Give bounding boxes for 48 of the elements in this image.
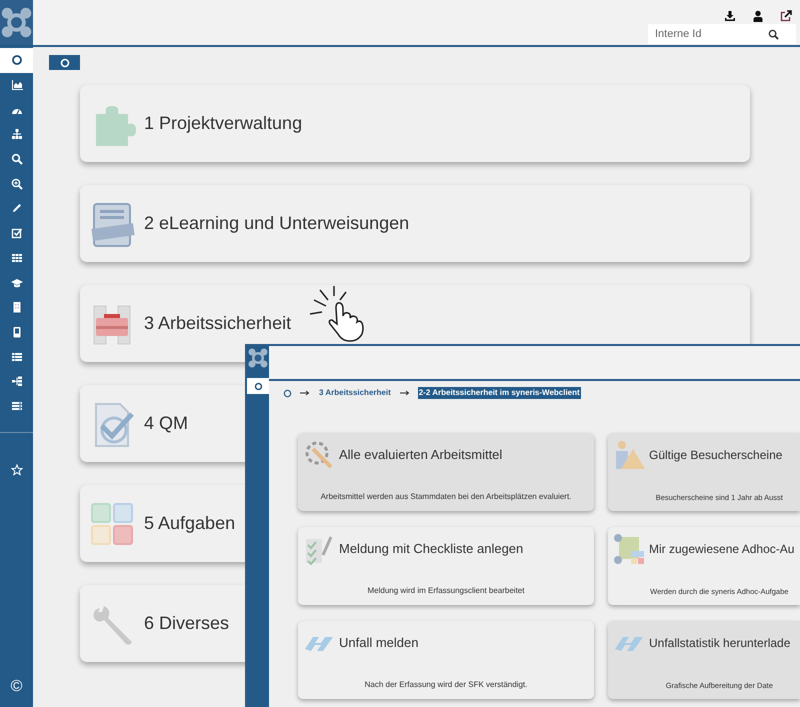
tile-title: Mir zugewiesene Adhoc-Au xyxy=(649,541,794,558)
chart-icon xyxy=(10,79,22,92)
search-icon xyxy=(768,28,779,40)
graduation-cap-icon xyxy=(10,276,22,289)
building-icon xyxy=(10,301,22,314)
download-icon xyxy=(724,10,736,22)
person-warning-icon xyxy=(613,439,645,471)
zoom-in-icon xyxy=(10,178,22,190)
arrow-icon xyxy=(300,390,310,396)
tile-title: Alle evaluierten Arbeitsmittel xyxy=(339,446,502,464)
copyright-text: © xyxy=(10,677,24,697)
user-icon xyxy=(752,10,764,22)
breadcrumb-link[interactable]: 3 Arbeitssicherheit xyxy=(318,387,392,399)
device-icon xyxy=(10,326,22,338)
external-link-icon xyxy=(780,10,792,22)
table-icon xyxy=(10,252,22,264)
module-tile[interactable]: 2 eLearning und Unterweisungen xyxy=(80,185,750,262)
tile-description: Meldung wird im Erfassungsclient bearbeitet xyxy=(366,585,526,597)
search-input[interactable]: Interne Id xyxy=(648,26,768,42)
home-icon xyxy=(283,388,292,398)
home-icon xyxy=(254,382,262,390)
action-tile[interactable]: Alle evaluierten Arbeitsmittel Arbeitsmittel werden aus Stammdaten bei den Arbeitsplätzen evaluiert. xyxy=(298,433,594,511)
action-tile[interactable]: Unfall melden Nach der Erfassung wird der SFK verständigt. xyxy=(298,621,594,699)
module-tile[interactable]: 1 Projektverwaltung xyxy=(80,85,750,162)
tree-icon xyxy=(10,375,22,388)
list-icon xyxy=(10,350,22,363)
server-icon xyxy=(10,400,22,412)
search-field[interactable]: Interne Id xyxy=(648,24,796,44)
sidebar-item[interactable] xyxy=(247,378,269,394)
tile-title: Gültige Besucherscheine xyxy=(649,447,782,464)
home-icon xyxy=(60,58,70,68)
tile-description: Nach der Erfassung wird der SFK verständigt. xyxy=(364,679,528,691)
home-icon xyxy=(10,54,22,66)
sitemap-icon xyxy=(10,128,22,140)
tile-title: Unfall melden xyxy=(339,634,418,652)
sidebar-item[interactable] xyxy=(0,48,33,73)
home-button[interactable] xyxy=(49,55,80,70)
tile-description: Arbeitsmittel werden aus Stammdaten bei den Arbeitsplätzen evaluiert. xyxy=(320,491,572,503)
breadcrumb-link[interactable]: 2-2 Arbeitssicherheit im syneris-Webclient xyxy=(418,387,581,399)
checkbox-icon xyxy=(10,227,22,240)
action-tile[interactable]: Meldung mit Checkliste anlegen Meldung wird im Erfassungsclient bearbeitet xyxy=(298,527,594,605)
pencil-icon xyxy=(10,202,22,214)
search-button[interactable] xyxy=(768,28,779,40)
tile-title: Meldung mit Checkliste anlegen xyxy=(339,540,524,558)
tile-title: Unfallstatistik herunterlade xyxy=(649,635,790,652)
arrow-icon xyxy=(400,390,410,396)
star-icon xyxy=(10,464,22,476)
search-icon xyxy=(10,153,22,166)
